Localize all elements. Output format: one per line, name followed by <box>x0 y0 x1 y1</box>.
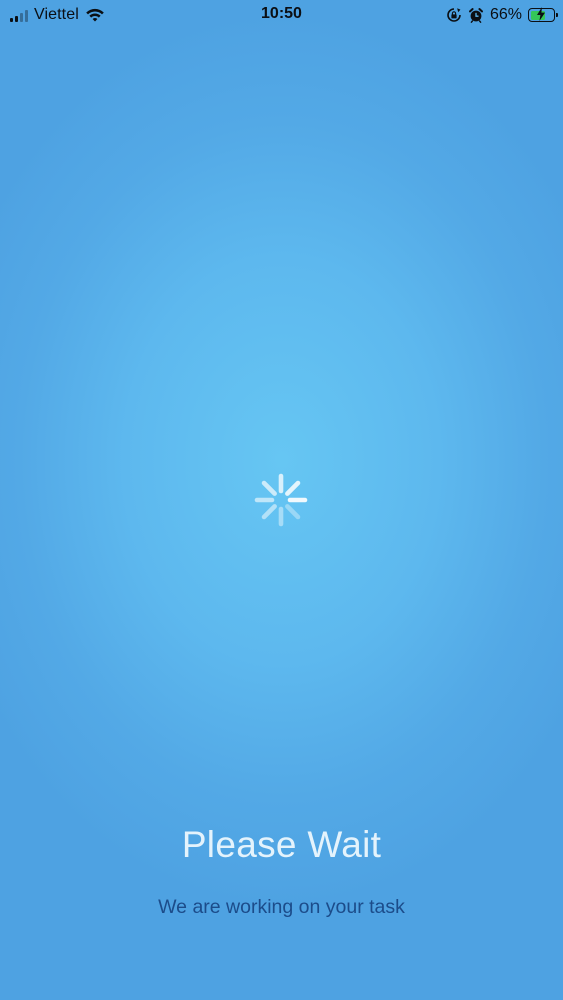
charging-bolt-icon <box>537 7 545 21</box>
working-subtitle: We are working on your task <box>158 896 405 918</box>
loading-screen: Viettel 10:50 66% Please Wait We are wor… <box>0 0 563 1000</box>
spinner-spoke <box>285 480 301 496</box>
spinner-spoke <box>261 480 277 496</box>
spinner-spoke <box>261 504 277 520</box>
please-wait-title: Please Wait <box>181 824 382 865</box>
status-bar-right: 66% <box>446 4 558 26</box>
status-bar: Viettel 10:50 66% <box>0 0 563 30</box>
activity-spinner-icon <box>254 473 308 527</box>
battery-percentage: 66% <box>489 6 522 23</box>
spinner-spoke <box>285 504 301 520</box>
battery-icon <box>528 7 558 22</box>
alarm-icon <box>468 8 483 23</box>
orientation-lock-icon <box>447 8 461 22</box>
battery-tip <box>556 12 558 17</box>
